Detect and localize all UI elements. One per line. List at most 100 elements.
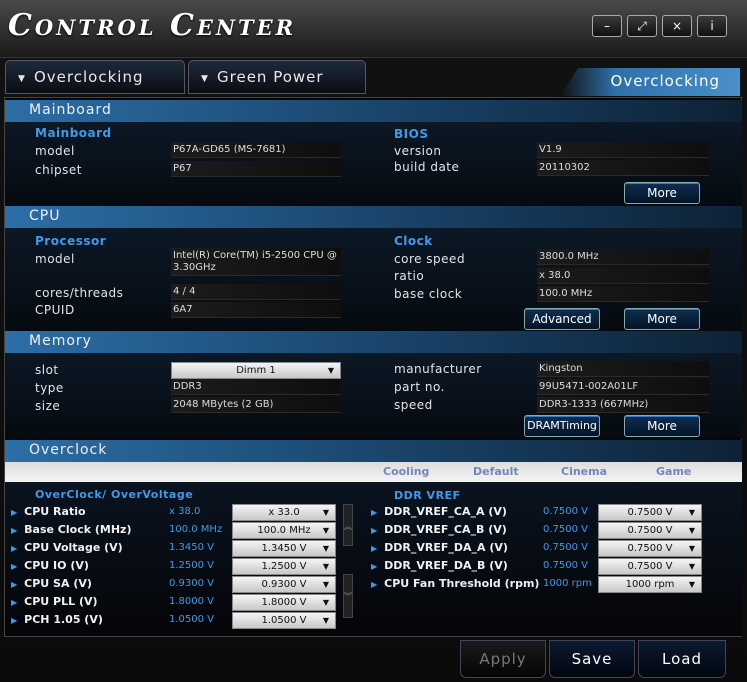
manufacturer-label: manufacturer bbox=[394, 362, 482, 376]
section-header-cpu: CPU bbox=[5, 206, 742, 228]
oc-value-dropdown[interactable]: 1.0500 V ▼ bbox=[232, 612, 336, 629]
processor-header: Processor bbox=[35, 234, 107, 248]
chevron-down-icon: ▼ bbox=[688, 562, 695, 571]
cores-threads-label: cores/threads bbox=[35, 286, 124, 300]
oc-row-label: ▶ Base Clock (MHz) bbox=[11, 523, 132, 536]
cpu-model-value: Intel(R) Core(TM) i5-2500 CPU @3.30GHz bbox=[171, 248, 341, 276]
oc-current-value: 0.7500 V bbox=[543, 560, 589, 571]
preset-game[interactable]: Game bbox=[656, 465, 691, 481]
oc-value-dropdown[interactable]: 0.9300 V ▼ bbox=[232, 576, 336, 593]
memory-size-value: 2048 MBytes (2 GB) bbox=[171, 397, 341, 413]
chevron-down-icon: ▼ bbox=[322, 508, 329, 517]
triangle-right-icon: ▶ bbox=[11, 526, 18, 535]
oc-value-dropdown[interactable]: 0.7500 V ▼ bbox=[598, 522, 702, 539]
oc-current-value: 0.9300 V bbox=[169, 578, 215, 589]
mainboard-more-button[interactable]: More bbox=[624, 182, 700, 204]
scroll-up-button[interactable]: ︽ bbox=[343, 504, 353, 546]
chevron-down-icon: ▼ bbox=[327, 366, 334, 375]
oc-current-value: x 38.0 bbox=[169, 506, 201, 517]
slot-dropdown[interactable]: Dimm 1 ▼ bbox=[171, 362, 341, 379]
oc-current-value: 0.7500 V bbox=[543, 524, 589, 535]
double-chevron-down-icon: ︾ bbox=[344, 592, 352, 601]
preset-cooling[interactable]: Cooling bbox=[383, 465, 429, 481]
cpu-model-label: model bbox=[35, 252, 75, 266]
triangle-right-icon: ▶ bbox=[11, 544, 18, 553]
oc-current-value: 0.7500 V bbox=[543, 506, 589, 517]
build-date-label: build date bbox=[394, 160, 460, 174]
oc-row-label: ▶ PCH 1.05 (V) bbox=[11, 613, 103, 626]
section-header-mainboard: Mainboard bbox=[5, 100, 742, 122]
apply-button[interactable]: Apply bbox=[460, 640, 546, 678]
oc-row-label: ▶ CPU Voltage (V) bbox=[11, 541, 123, 554]
triangle-right-icon: ▶ bbox=[371, 562, 378, 571]
oc-value-dropdown[interactable]: 100.0 MHz ▼ bbox=[232, 522, 336, 539]
oc-row-label: ▶ CPU SA (V) bbox=[11, 577, 92, 590]
cores-threads-value: 4 / 4 bbox=[171, 284, 341, 300]
cpu-section: Processor model Intel(R) Core(TM) i5-250… bbox=[5, 228, 742, 332]
app-title: Control Center bbox=[8, 8, 297, 43]
memory-type-label: type bbox=[35, 381, 64, 395]
bios-header: BIOS bbox=[394, 127, 429, 141]
triangle-right-icon: ▶ bbox=[11, 508, 18, 517]
advanced-button[interactable]: Advanced bbox=[524, 308, 600, 330]
info-button[interactable]: i bbox=[697, 15, 727, 37]
clock-header: Clock bbox=[394, 234, 433, 248]
manufacturer-value: Kingston bbox=[537, 361, 709, 377]
main-content: Mainboard Mainboard model P67A-GD65 (MS-… bbox=[4, 97, 742, 637]
fullscreen-button[interactable]: ⤢ bbox=[627, 15, 657, 37]
triangle-right-icon: ▶ bbox=[371, 580, 378, 589]
active-page-label: Overclocking bbox=[560, 68, 740, 96]
minimize-button[interactable]: – bbox=[592, 15, 622, 37]
title-bar: Control Center – ⤢ × i bbox=[0, 0, 747, 58]
oc-value-dropdown[interactable]: 0.7500 V ▼ bbox=[598, 504, 702, 521]
oc-current-value: 1.2500 V bbox=[169, 560, 215, 571]
tab-green-power[interactable]: ▼ Green Power bbox=[188, 60, 366, 94]
chipset-value: P67 bbox=[171, 161, 341, 177]
scroll-down-button[interactable]: ︾ bbox=[343, 574, 353, 618]
chevron-down-icon: ▼ bbox=[322, 616, 329, 625]
ddr-vref-header: DDR VREF bbox=[394, 489, 461, 502]
oc-row-label: ▶ CPU Fan Threshold (rpm) bbox=[371, 577, 540, 590]
memory-more-button[interactable]: More bbox=[624, 415, 700, 437]
double-chevron-up-icon: ︽ bbox=[344, 522, 352, 531]
chevron-down-icon: ▼ bbox=[322, 562, 329, 571]
tab-overclocking[interactable]: ▼ Overclocking bbox=[5, 60, 185, 94]
version-label: version bbox=[394, 144, 442, 158]
close-icon: × bbox=[671, 19, 683, 33]
oc-value-dropdown[interactable]: 1.3450 V ▼ bbox=[232, 540, 336, 557]
preset-default[interactable]: Default bbox=[473, 465, 519, 481]
oc-row-label: ▶ DDR_VREF_CA_A (V) bbox=[371, 505, 507, 518]
oc-value-dropdown[interactable]: 0.7500 V ▼ bbox=[598, 540, 702, 557]
memory-speed-value: DDR3-1333 (667MHz) bbox=[537, 397, 709, 413]
oc-row-label: ▶ DDR_VREF_DA_A (V) bbox=[371, 541, 508, 554]
base-clock-value: 100.0 MHz bbox=[537, 286, 709, 302]
cpu-more-button[interactable]: More bbox=[624, 308, 700, 330]
triangle-right-icon: ▶ bbox=[11, 616, 18, 625]
chevron-down-icon: ▼ bbox=[322, 526, 329, 535]
memory-speed-label: speed bbox=[394, 398, 433, 412]
minimize-icon: – bbox=[604, 19, 610, 33]
control-center-window: Control Center – ⤢ × i ▼ Overclocking ▼ Gr… bbox=[0, 0, 747, 682]
close-button[interactable]: × bbox=[662, 15, 692, 37]
info-icon: i bbox=[710, 19, 714, 33]
oc-value-dropdown[interactable]: 1000 rpm ▼ bbox=[598, 576, 702, 593]
section-header-memory: Memory bbox=[5, 331, 742, 353]
oc-value-dropdown[interactable]: 1.8000 V ▼ bbox=[232, 594, 336, 611]
chevron-down-icon: ▼ bbox=[322, 544, 329, 553]
oc-row-label: ▶ CPU IO (V) bbox=[11, 559, 89, 572]
oc-row-label: ▶ DDR_VREF_CA_B (V) bbox=[371, 523, 507, 536]
part-no-value: 99U5471-002A01LF bbox=[537, 379, 709, 395]
triangle-right-icon: ▶ bbox=[371, 526, 378, 535]
oc-current-value: 1.3450 V bbox=[169, 542, 215, 553]
preset-cinema[interactable]: Cinema bbox=[561, 465, 607, 481]
load-button[interactable]: Load bbox=[638, 640, 726, 678]
ratio-label: ratio bbox=[394, 269, 425, 283]
oc-value-dropdown[interactable]: 0.7500 V ▼ bbox=[598, 558, 702, 575]
save-button[interactable]: Save bbox=[549, 640, 635, 678]
triangle-right-icon: ▶ bbox=[11, 580, 18, 589]
mainboard-header: Mainboard bbox=[35, 126, 112, 140]
dram-timing-button[interactable]: DRAMTiming bbox=[524, 415, 600, 437]
oc-value-dropdown[interactable]: x 33.0 ▼ bbox=[232, 504, 336, 521]
oc-value-dropdown[interactable]: 1.2500 V ▼ bbox=[232, 558, 336, 575]
overclock-overvoltage-header: OverClock/ OverVoltage bbox=[35, 488, 194, 501]
